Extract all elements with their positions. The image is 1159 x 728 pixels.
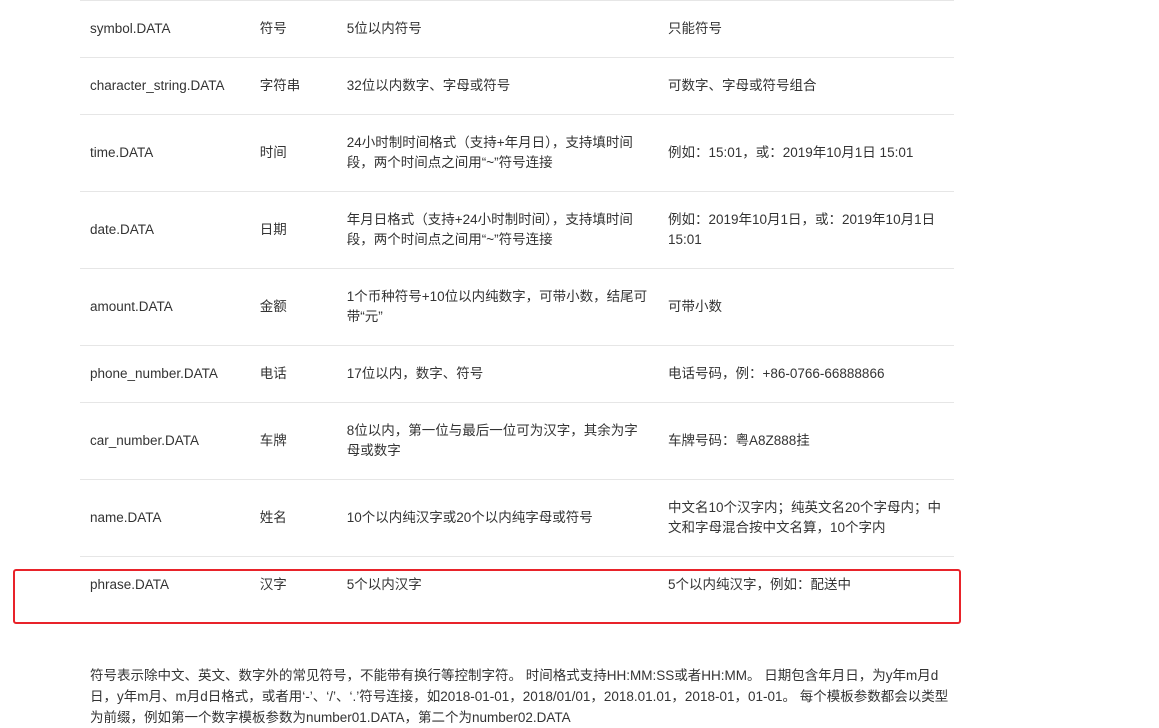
param-name: phrase.DATA: [90, 577, 170, 592]
param-name: character_string.DATA: [90, 78, 225, 93]
param-name: time.DATA: [90, 145, 154, 160]
param-type: 字符串: [259, 78, 301, 93]
table-row: symbol.DATA 符号 5位以内符号 只能符号: [80, 0, 954, 58]
table-row: phone_number.DATA 电话 17位以内，数字、符号 电话号码，例：…: [80, 346, 954, 403]
param-name: car_number.DATA: [90, 433, 200, 448]
param-type: 车牌: [259, 433, 287, 448]
param-rule: 5个以内汉字: [346, 577, 422, 592]
param-note: 只能符号: [667, 21, 722, 36]
param-type: 符号: [259, 21, 287, 36]
param-rule: 5位以内符号: [346, 21, 422, 36]
param-note: 5个以内纯汉字，例如：配送中: [667, 577, 851, 592]
param-rule: 8位以内，第一位与最后一位可为汉字，其余为字母或数字: [346, 423, 638, 458]
table-row: date.DATA 日期 年月日格式（支持+24小时制时间），支持填时间段，两个…: [80, 192, 954, 269]
param-rule: 10个以内纯汉字或20个以内纯字母或符号: [346, 510, 593, 525]
param-note: 例如：15:01，或：2019年10月1日 15:01: [667, 145, 914, 160]
table-row: time.DATA 时间 24小时制时间格式（支持+年月日），支持填时间段，两个…: [80, 115, 954, 192]
param-name: date.DATA: [90, 222, 155, 237]
param-type: 姓名: [259, 510, 287, 525]
param-note: 可带小数: [667, 299, 722, 314]
table-row: amount.DATA 金额 1个币种符号+10位以内纯数字，可带小数，结尾可带…: [80, 269, 954, 346]
parameter-table-container: symbol.DATA 符号 5位以内符号 只能符号 character_str…: [80, 0, 965, 613]
param-type: 金额: [259, 299, 287, 314]
param-name: amount.DATA: [90, 299, 173, 314]
param-rule: 32位以内数字、字母或符号: [346, 78, 511, 93]
param-type: 时间: [259, 145, 287, 160]
parameter-table: symbol.DATA 符号 5位以内符号 只能符号 character_str…: [80, 0, 954, 613]
param-rule: 17位以内，数字、符号: [346, 366, 484, 381]
param-rule: 1个币种符号+10位以内纯数字，可带小数，结尾可带“元”: [346, 289, 648, 324]
table-row: name.DATA 姓名 10个以内纯汉字或20个以内纯字母或符号 中文名10个…: [80, 480, 954, 557]
param-type: 电话: [259, 366, 287, 381]
footnote-text: 符号表示除中文、英文、数字外的常见符号，不能带有换行等控制字符。 时间格式支持H…: [90, 668, 949, 725]
param-note: 例如：2019年10月1日，或：2019年10月1日 15:01: [667, 212, 936, 247]
param-type: 汉字: [259, 577, 287, 592]
param-type: 日期: [259, 222, 287, 237]
param-rule: 年月日格式（支持+24小时制时间），支持填时间段，两个时间点之间用“~”符号连接: [346, 212, 633, 247]
table-row: car_number.DATA 车牌 8位以内，第一位与最后一位可为汉字，其余为…: [80, 403, 954, 480]
param-note: 电话号码，例：+86-0766-66888866: [667, 366, 885, 381]
param-note: 车牌号码：粤A8Z888挂: [667, 433, 810, 448]
param-name: phone_number.DATA: [90, 366, 218, 381]
table-row: character_string.DATA 字符串 32位以内数字、字母或符号 …: [80, 58, 954, 115]
param-rule: 24小时制时间格式（支持+年月日），支持填时间段，两个时间点之间用“~”符号连接: [346, 135, 633, 170]
param-note: 中文名10个汉字内；纯英文名20个字母内；中文和字母混合按中文名算，10个字内: [667, 500, 942, 535]
param-note: 可数字、字母或符号组合: [667, 78, 817, 93]
param-name: symbol.DATA: [90, 21, 171, 36]
param-name: name.DATA: [90, 510, 162, 525]
table-row-highlighted: phrase.DATA 汉字 5个以内汉字 5个以内纯汉字，例如：配送中: [80, 557, 954, 614]
